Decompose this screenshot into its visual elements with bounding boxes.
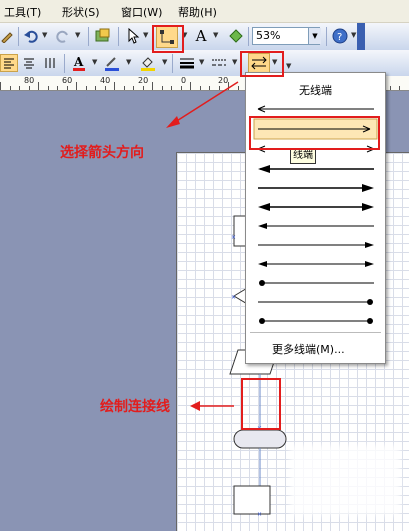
annotation-arrows [0,0,409,530]
annotation-draw-connector: 绘制连接线 [100,396,170,416]
arrow-to-line-ends-icon [166,82,238,128]
arrow-to-connector-icon [190,401,234,411]
annotation-arrow-direction: 选择箭头方向 [60,142,144,162]
